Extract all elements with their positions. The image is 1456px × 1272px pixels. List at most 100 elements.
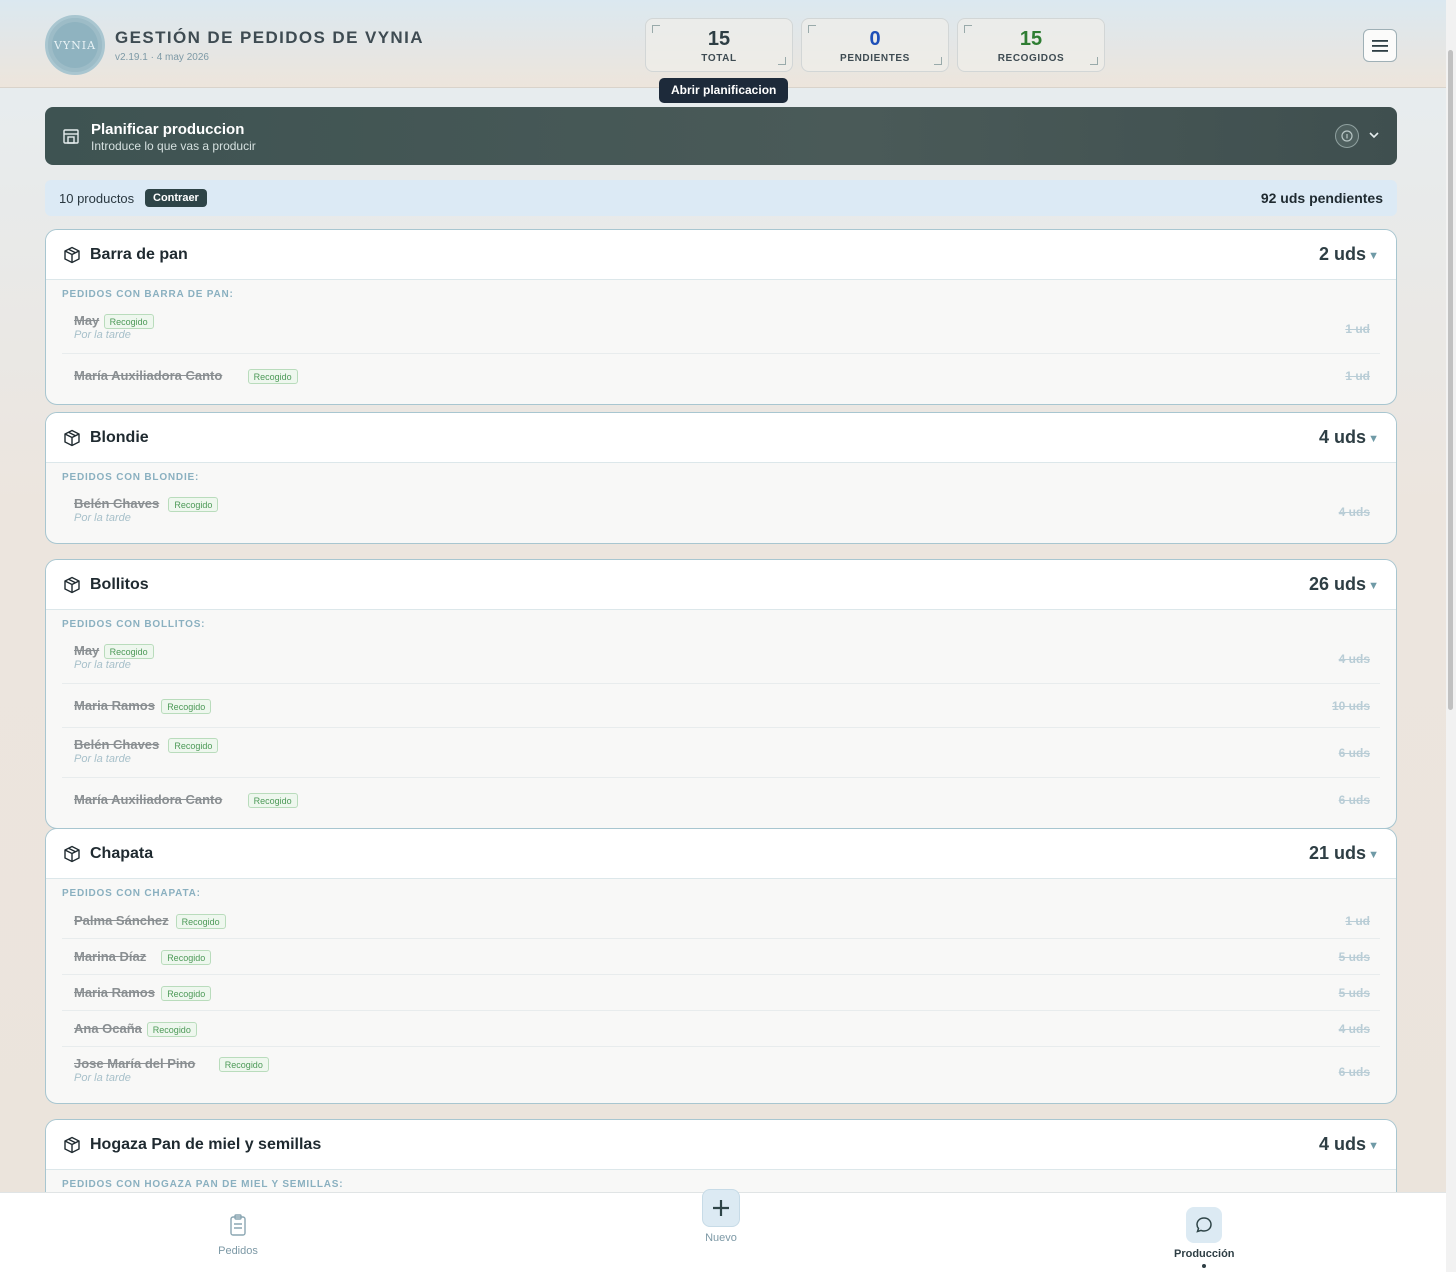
nav-pedidos[interactable]: Pedidos [218,1211,258,1257]
status-badge: Recogido [247,793,298,808]
orders-section-label: PEDIDOS CON HOGAZA PAN DE MIEL Y SEMILLA… [62,1179,344,1190]
customer-name: Marina Díaz [74,949,147,964]
package-icon-wrap [63,576,81,599]
order-note: Por la tarde [74,1072,131,1084]
info-icon [1341,130,1353,142]
nav-produccion-icon-wrap [1186,1207,1222,1243]
order-row[interactable]: Ana Ocaña Recogido 4 uds [62,1011,1380,1047]
stat-collected-label: RECOGIDOS [997,53,1065,64]
stat-total-value: 15 [707,28,731,50]
order-note: Por la tarde [74,659,131,671]
product-card[interactable]: Chapata 21 uds ▼ PEDIDOS CON CHAPATA: Palma … [45,828,1397,1104]
orders-section-label: PEDIDOS CON CHAPATA: [62,888,201,899]
order-row[interactable]: Maria Ramos Recogido 10 uds [62,684,1380,728]
orders-section-label: PEDIDOS CON BOLLITOS: [62,619,206,630]
product-card-header[interactable]: Bollitos 26 uds ▼ [46,560,1396,610]
caret-down-icon[interactable]: ▼ [1368,250,1379,262]
nav-nuevo[interactable]: Nuevo [700,1189,742,1244]
order-units: 1 ud [1345,369,1370,383]
status-badge: Recogido [168,738,219,753]
nav-pedidos-icon-wrap [220,1211,256,1239]
customer-name: Ana Ocaña [74,1021,142,1036]
order-row[interactable]: Maria Ramos Recogido 5 uds [62,975,1380,1011]
product-name: Chapata [90,845,154,862]
nav-nuevo-label: Nuevo [705,1232,737,1244]
order-row[interactable]: Marina Díaz Recogido 5 uds [62,939,1380,975]
order-row[interactable]: María Auxiliadora Canto Recogido 6 uds [62,778,1380,822]
order-row[interactable]: Belén Chaves Recogido Por la tarde 4 uds [62,487,1380,537]
customer-name: May [74,313,100,328]
order-row[interactable]: Palma Sánchez Recogido 1 ud [62,903,1380,939]
menu-button[interactable] [1363,29,1397,62]
app-title: GESTIÓN DE PEDIDOS DE VYNIA [115,28,424,47]
order-row[interactable]: Belén Chaves Recogido Por la tarde 6 uds [62,728,1380,778]
product-card[interactable]: Bollitos 26 uds ▼ PEDIDOS CON BOLLITOS: May R… [45,559,1397,829]
order-units: 1 ud [1345,914,1370,928]
status-badge: Recogido [146,1022,197,1037]
caret-down-icon[interactable]: ▼ [1368,849,1379,861]
stat-total[interactable]: 15 TOTAL [645,18,793,72]
package-icon [64,576,80,594]
product-card-header[interactable]: Blondie 4 uds ▼ [46,413,1396,463]
package-icon-wrap [63,429,81,452]
customer-name: Belén Chaves [74,496,160,511]
package-icon [64,845,80,863]
product-quantity: 2 uds [1318,244,1366,264]
info-button[interactable] [1335,124,1359,148]
package-icon-wrap [63,845,81,868]
products-count: 10 productos [59,191,135,206]
caret-down-icon[interactable]: ▼ [1368,1140,1379,1152]
order-units: 1 ud [1345,322,1370,336]
status-badge: Recogido [247,369,298,384]
status-badge: Recogido [103,314,154,329]
product-quantity: 26 uds [1308,574,1366,594]
collapse-button[interactable]: Contraer [145,189,207,207]
package-icon [64,246,80,264]
package-icon [64,429,80,447]
plan-title: Planificar produccion [91,121,245,138]
order-units: 4 uds [1338,1022,1370,1036]
order-units: 5 uds [1338,950,1370,964]
order-units: 10 uds [1331,699,1370,713]
status-badge: Recogido [218,1057,269,1072]
stat-collected[interactable]: 15 RECOGIDOS [957,18,1105,72]
product-quantity: 4 uds [1318,1134,1366,1154]
stat-pending[interactable]: 0 PENDIENTES [801,18,949,72]
caret-down-icon[interactable]: ▼ [1368,433,1379,445]
order-row[interactable]: Jose María del Pino Recogido Por la tarde 6… [62,1047,1380,1097]
nav-produccion[interactable]: Producción [1174,1207,1235,1268]
customer-name: Jose María del Pino [74,1056,196,1071]
order-row[interactable]: May Recogido Por la tarde 4 uds [62,634,1380,684]
chevron-down-icon[interactable] [1368,129,1380,141]
product-card-header[interactable]: Barra de pan 2 uds ▼ [46,230,1396,280]
chat-bubble-icon [1196,1217,1212,1233]
stat-total-label: TOTAL [701,53,737,64]
order-note: Por la tarde [74,753,131,765]
nav-produccion-label: Producción [1174,1248,1235,1260]
brand-logo: VYNIA [45,15,105,75]
product-name: Hogaza Pan de miel y semillas [90,1136,322,1153]
status-badge: Recogido [161,986,212,1001]
order-note: Por la tarde [74,329,131,341]
scrollbar[interactable] [1446,0,1456,1272]
order-units: 6 uds [1338,1065,1370,1079]
caret-down-icon[interactable]: ▼ [1368,580,1379,592]
products-summary: 10 productos Contraer 92 uds pendientes [45,180,1397,216]
customer-name: Maria Ramos [74,985,155,1000]
product-card[interactable]: Blondie 4 uds ▼ PEDIDOS CON BLONDIE: Belén C… [45,412,1397,544]
plan-production-panel[interactable]: Planificar produccion Introduce lo que v… [45,107,1397,165]
product-card-header[interactable]: Chapata 21 uds ▼ [46,829,1396,879]
status-badge: Recogido [175,914,226,929]
package-icon-wrap [63,246,81,269]
product-card[interactable]: Barra de pan 2 uds ▼ PEDIDOS CON BARRA DE P… [45,229,1397,405]
order-row[interactable]: May Recogido Por la tarde 1 ud [62,304,1380,354]
app-version: v2.19.1 · 4 may 2026 [115,52,209,63]
status-badge: Recogido [103,644,154,659]
product-card-header[interactable]: Hogaza Pan de miel y semillas 4 uds ▼ [46,1120,1396,1170]
pending-units: 92 uds pendientes [1260,190,1383,206]
order-row[interactable]: María Auxiliadora Canto Recogido 1 ud [62,354,1380,398]
stat-pending-label: PENDIENTES [840,53,910,64]
scrollbar-thumb[interactable] [1448,50,1453,710]
stat-pending-value: 0 [869,28,881,50]
tooltip-open-planning: Abrir planificacion [659,78,789,103]
